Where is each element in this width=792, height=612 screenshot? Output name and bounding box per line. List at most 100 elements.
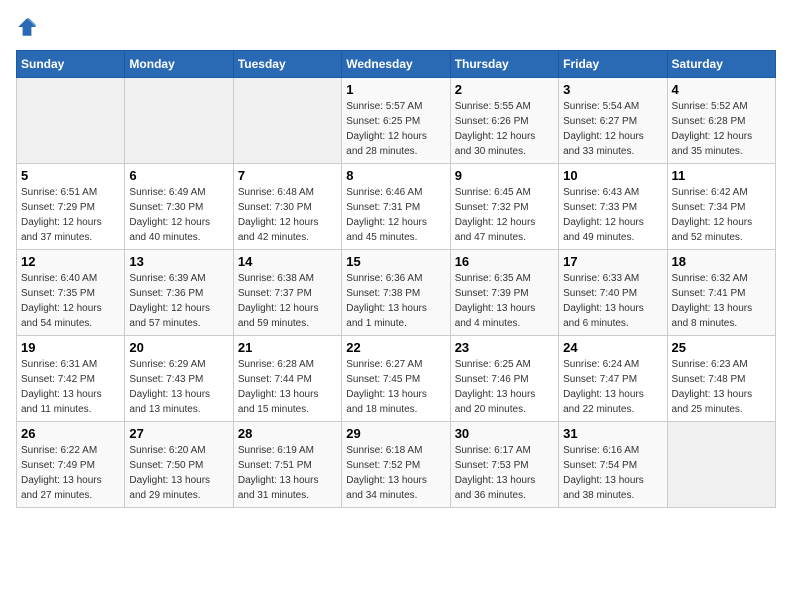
week-row-2: 5 Sunrise: 6:51 AM Sunset: 7:29 PM Daylig…: [17, 164, 776, 250]
calendar-cell: 14 Sunrise: 6:38 AM Sunset: 7:37 PM Dayli…: [233, 250, 341, 336]
col-header-wednesday: Wednesday: [342, 51, 450, 78]
week-row-3: 12Sunrise: 6:40 AM Sunset: 7:35 PM Dayli…: [17, 250, 776, 336]
day-number: 10: [563, 168, 662, 183]
calendar-cell: 26 Sunrise: 6:22 AM Sunset: 7:49 PM Dayli…: [17, 422, 125, 508]
day-number: 25: [672, 340, 771, 355]
calendar-cell: [667, 422, 775, 508]
day-info: Sunrise: 5:57 AM Sunset: 6:25 PM Dayligh…: [346, 99, 445, 159]
calendar-cell: [233, 78, 341, 164]
day-info: Sunrise: 6:29 AM Sunset: 7:43 PM Dayligh…: [129, 357, 228, 417]
calendar-cell: 12Sunrise: 6:40 AM Sunset: 7:35 PM Dayli…: [17, 250, 125, 336]
calendar-cell: 25 Sunrise: 6:23 AM Sunset: 7:48 PM Dayli…: [667, 336, 775, 422]
calendar-cell: 6 Sunrise: 6:49 AM Sunset: 7:30 PM Daylig…: [125, 164, 233, 250]
day-info: Sunrise: 6:43 AM Sunset: 7:33 PM Dayligh…: [563, 185, 662, 245]
col-header-tuesday: Tuesday: [233, 51, 341, 78]
day-info: Sunrise: 6:17 AM Sunset: 7:53 PM Dayligh…: [455, 443, 554, 503]
day-info: Sunrise: 6:22 AM Sunset: 7:49 PM Dayligh…: [21, 443, 120, 503]
col-header-sunday: Sunday: [17, 51, 125, 78]
day-info: Sunrise: 6:51 AM Sunset: 7:29 PM Dayligh…: [21, 185, 120, 245]
calendar-table: SundayMondayTuesdayWednesdayThursdayFrid…: [16, 50, 776, 508]
calendar-cell: 17Sunrise: 6:33 AM Sunset: 7:40 PM Dayli…: [559, 250, 667, 336]
calendar-cell: 23 Sunrise: 6:25 AM Sunset: 7:46 PM Dayli…: [450, 336, 558, 422]
calendar-cell: 24 Sunrise: 6:24 AM Sunset: 7:47 PM Dayli…: [559, 336, 667, 422]
day-number: 6: [129, 168, 228, 183]
calendar-cell: [17, 78, 125, 164]
day-info: Sunrise: 5:54 AM Sunset: 6:27 PM Dayligh…: [563, 99, 662, 159]
day-number: 19: [21, 340, 120, 355]
day-number: 1: [346, 82, 445, 97]
day-number: 28: [238, 426, 337, 441]
col-header-monday: Monday: [125, 51, 233, 78]
day-info: Sunrise: 6:23 AM Sunset: 7:48 PM Dayligh…: [672, 357, 771, 417]
day-info: Sunrise: 6:31 AM Sunset: 7:42 PM Dayligh…: [21, 357, 120, 417]
calendar-cell: 20 Sunrise: 6:29 AM Sunset: 7:43 PM Dayli…: [125, 336, 233, 422]
day-info: Sunrise: 6:35 AM Sunset: 7:39 PM Dayligh…: [455, 271, 554, 331]
day-number: 27: [129, 426, 228, 441]
col-header-saturday: Saturday: [667, 51, 775, 78]
day-info: Sunrise: 6:16 AM Sunset: 7:54 PM Dayligh…: [563, 443, 662, 503]
day-number: 11: [672, 168, 771, 183]
day-number: 8: [346, 168, 445, 183]
day-number: 5: [21, 168, 120, 183]
day-info: Sunrise: 6:18 AM Sunset: 7:52 PM Dayligh…: [346, 443, 445, 503]
day-info: Sunrise: 5:55 AM Sunset: 6:26 PM Dayligh…: [455, 99, 554, 159]
col-header-friday: Friday: [559, 51, 667, 78]
day-number: 15: [346, 254, 445, 269]
calendar-cell: 3 Sunrise: 5:54 AM Sunset: 6:27 PM Daylig…: [559, 78, 667, 164]
calendar-cell: 7 Sunrise: 6:48 AM Sunset: 7:30 PM Daylig…: [233, 164, 341, 250]
day-number: 4: [672, 82, 771, 97]
page-header: [16, 16, 776, 38]
week-row-4: 19 Sunrise: 6:31 AM Sunset: 7:42 PM Dayli…: [17, 336, 776, 422]
calendar-cell: 15 Sunrise: 6:36 AM Sunset: 7:38 PM Dayli…: [342, 250, 450, 336]
day-info: Sunrise: 6:39 AM Sunset: 7:36 PM Dayligh…: [129, 271, 228, 331]
day-number: 14: [238, 254, 337, 269]
calendar-cell: 22Sunrise: 6:27 AM Sunset: 7:45 PM Dayli…: [342, 336, 450, 422]
calendar-cell: 27Sunrise: 6:20 AM Sunset: 7:50 PM Dayli…: [125, 422, 233, 508]
calendar-cell: 2 Sunrise: 5:55 AM Sunset: 6:26 PM Daylig…: [450, 78, 558, 164]
calendar-cell: 5 Sunrise: 6:51 AM Sunset: 7:29 PM Daylig…: [17, 164, 125, 250]
day-info: Sunrise: 6:38 AM Sunset: 7:37 PM Dayligh…: [238, 271, 337, 331]
day-number: 13: [129, 254, 228, 269]
logo: [16, 16, 42, 38]
day-info: Sunrise: 5:52 AM Sunset: 6:28 PM Dayligh…: [672, 99, 771, 159]
calendar-cell: 9Sunrise: 6:45 AM Sunset: 7:32 PM Daylig…: [450, 164, 558, 250]
day-number: 30: [455, 426, 554, 441]
calendar-cell: 13 Sunrise: 6:39 AM Sunset: 7:36 PM Dayli…: [125, 250, 233, 336]
calendar-cell: [125, 78, 233, 164]
day-number: 23: [455, 340, 554, 355]
day-info: Sunrise: 6:32 AM Sunset: 7:41 PM Dayligh…: [672, 271, 771, 331]
calendar-cell: 19 Sunrise: 6:31 AM Sunset: 7:42 PM Dayli…: [17, 336, 125, 422]
day-number: 17: [563, 254, 662, 269]
day-info: Sunrise: 6:49 AM Sunset: 7:30 PM Dayligh…: [129, 185, 228, 245]
calendar-cell: 18 Sunrise: 6:32 AM Sunset: 7:41 PM Dayli…: [667, 250, 775, 336]
calendar-cell: 21 Sunrise: 6:28 AM Sunset: 7:44 PM Dayli…: [233, 336, 341, 422]
col-header-thursday: Thursday: [450, 51, 558, 78]
day-number: 31: [563, 426, 662, 441]
week-row-5: 26 Sunrise: 6:22 AM Sunset: 7:49 PM Dayli…: [17, 422, 776, 508]
day-info: Sunrise: 6:25 AM Sunset: 7:46 PM Dayligh…: [455, 357, 554, 417]
calendar-cell: 11Sunrise: 6:42 AM Sunset: 7:34 PM Dayli…: [667, 164, 775, 250]
day-info: Sunrise: 6:48 AM Sunset: 7:30 PM Dayligh…: [238, 185, 337, 245]
calendar-cell: 29 Sunrise: 6:18 AM Sunset: 7:52 PM Dayli…: [342, 422, 450, 508]
day-number: 18: [672, 254, 771, 269]
calendar-cell: 10 Sunrise: 6:43 AM Sunset: 7:33 PM Dayli…: [559, 164, 667, 250]
day-number: 26: [21, 426, 120, 441]
calendar-cell: 16 Sunrise: 6:35 AM Sunset: 7:39 PM Dayli…: [450, 250, 558, 336]
day-number: 29: [346, 426, 445, 441]
day-number: 22: [346, 340, 445, 355]
day-number: 3: [563, 82, 662, 97]
day-info: Sunrise: 6:28 AM Sunset: 7:44 PM Dayligh…: [238, 357, 337, 417]
calendar-cell: 30 Sunrise: 6:17 AM Sunset: 7:53 PM Dayli…: [450, 422, 558, 508]
day-info: Sunrise: 6:36 AM Sunset: 7:38 PM Dayligh…: [346, 271, 445, 331]
day-number: 21: [238, 340, 337, 355]
day-number: 2: [455, 82, 554, 97]
day-number: 16: [455, 254, 554, 269]
day-info: Sunrise: 6:24 AM Sunset: 7:47 PM Dayligh…: [563, 357, 662, 417]
day-number: 7: [238, 168, 337, 183]
day-info: Sunrise: 6:46 AM Sunset: 7:31 PM Dayligh…: [346, 185, 445, 245]
day-number: 20: [129, 340, 228, 355]
day-number: 24: [563, 340, 662, 355]
day-number: 9: [455, 168, 554, 183]
calendar-cell: 31 Sunrise: 6:16 AM Sunset: 7:54 PM Dayli…: [559, 422, 667, 508]
calendar-cell: 28Sunrise: 6:19 AM Sunset: 7:51 PM Dayli…: [233, 422, 341, 508]
